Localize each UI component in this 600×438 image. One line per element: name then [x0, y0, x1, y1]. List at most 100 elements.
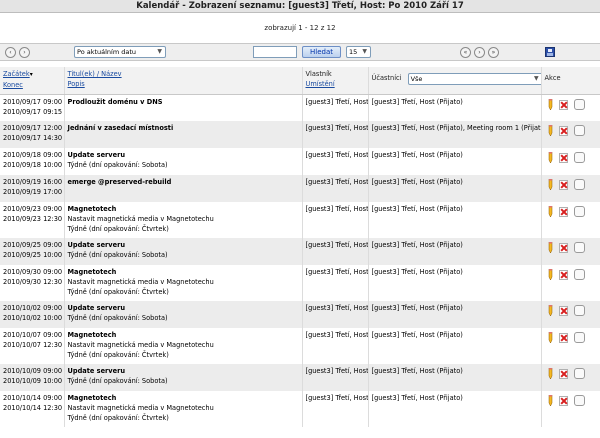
- pencil-icon[interactable]: [547, 242, 554, 253]
- table-row: 2010/09/17 09:00 2010/09/17 09:15 Prodlouž…: [0, 94, 600, 121]
- event-participants-cell: [guest3] Třetí, Host (Přijato): [368, 328, 542, 364]
- delete-x-icon[interactable]: [558, 153, 568, 163]
- event-owner-cell: [guest3] Třetí, Host: [302, 328, 369, 364]
- delete-x-icon[interactable]: [558, 270, 568, 280]
- next-page-icon[interactable]: ›: [474, 47, 485, 58]
- event-recurrence: Týdně (dní opakování: Sobota): [67, 161, 168, 169]
- select-checkbox[interactable]: [573, 368, 585, 379]
- delete-x-icon[interactable]: [558, 396, 568, 406]
- pencil-icon[interactable]: [547, 98, 554, 110]
- date-filter-select[interactable]: Po aktuálním datu ▼: [74, 46, 166, 58]
- floppy-disk-icon[interactable]: [545, 47, 555, 57]
- first-page-icon[interactable]: «: [460, 47, 471, 58]
- participants-header: Účastníci: [371, 74, 402, 82]
- event-end: 2010/09/17 14:30: [3, 134, 63, 142]
- event-title[interactable]: Magnetotech: [68, 267, 299, 277]
- search-button[interactable]: Hledat: [302, 46, 341, 58]
- event-dates: 2010/10/09 09:00 2010/10/09 10:00: [0, 364, 65, 391]
- arrow-left-circle-icon[interactable]: ‹: [5, 47, 16, 58]
- event-start: 2010/09/17 09:00: [3, 97, 63, 106]
- sort-title-link[interactable]: Titul(ek) / Název: [68, 70, 122, 78]
- pencil-icon[interactable]: [547, 206, 554, 217]
- pencil-icon[interactable]: [547, 332, 554, 343]
- arrow-right-circle-icon[interactable]: ›: [19, 47, 30, 58]
- select-checkbox[interactable]: [573, 269, 585, 280]
- event-end: 2010/09/17 09:15: [3, 107, 63, 116]
- event-recurrence: Týdně (dní opakování: Čtvrtek): [67, 225, 169, 233]
- event-title[interactable]: Jednání v zasedací místnosti: [68, 123, 299, 133]
- event-title[interactable]: Magnetotech: [68, 393, 299, 403]
- table-row: 2010/09/18 09:00 2010/09/18 10:00 Update s…: [0, 148, 600, 175]
- event-recurrence: Týdně (dní opakování: Sobota): [67, 377, 168, 385]
- event-title-cell: Magnetotech Nastavit magnetická media v M…: [64, 391, 303, 427]
- select-checkbox[interactable]: [573, 242, 585, 253]
- event-participants: [guest3] Třetí, Host (Přijato): [371, 241, 463, 249]
- participants-filter-select[interactable]: Vše ▼: [407, 73, 540, 85]
- pencil-icon[interactable]: [547, 152, 554, 163]
- event-participants-cell: [guest3] Třetí, Host (Přijato): [368, 364, 542, 391]
- delete-x-icon[interactable]: [558, 180, 568, 190]
- select-checkbox[interactable]: [573, 152, 585, 163]
- delete-x-icon[interactable]: [558, 126, 568, 136]
- delete-x-icon[interactable]: [558, 243, 568, 253]
- select-checkbox[interactable]: [573, 305, 585, 316]
- pencil-icon[interactable]: [547, 395, 554, 406]
- sort-location-link[interactable]: Umístění: [306, 80, 335, 88]
- event-title[interactable]: Magnetotech: [68, 330, 299, 340]
- event-start: 2010/10/02 09:00: [3, 304, 63, 312]
- event-description: Nastavit magnetická media v Magnetotechu: [67, 341, 214, 349]
- pagination-counter: zobrazují 1 - 12 z 12: [264, 24, 336, 32]
- delete-x-icon[interactable]: [558, 333, 568, 343]
- delete-x-icon[interactable]: [558, 99, 568, 110]
- event-participants: [guest3] Třetí, Host (Přijato): [371, 97, 463, 106]
- event-title[interactable]: Update serveru: [68, 303, 299, 313]
- delete-x-icon[interactable]: [558, 369, 568, 379]
- event-participants: [guest3] Třetí, Host (Přijato): [371, 394, 463, 402]
- event-dates: 2010/09/19 16:00 2010/09/19 17:00: [0, 175, 65, 202]
- event-participants: [guest3] Třetí, Host (Přijato): [371, 331, 463, 339]
- pencil-icon[interactable]: [547, 305, 554, 316]
- table-row: 2010/10/02 09:00 2010/10/02 10:00 Update s…: [0, 301, 600, 328]
- delete-x-icon[interactable]: [558, 306, 568, 316]
- pencil-icon[interactable]: [547, 269, 554, 280]
- event-recurrence: Týdně (dní opakování: Sobota): [67, 314, 168, 322]
- event-start: 2010/10/09 09:00: [3, 367, 63, 375]
- sort-start-link[interactable]: Začátek: [3, 70, 30, 78]
- select-checkbox[interactable]: [573, 125, 585, 136]
- col-header-participants: Účastníci Vše ▼: [368, 67, 542, 95]
- sort-description-link[interactable]: Popis: [68, 80, 85, 88]
- event-actions-cell: [541, 391, 600, 427]
- select-checkbox[interactable]: [573, 98, 585, 110]
- event-title[interactable]: emerge @preserved-rebuild: [68, 177, 299, 187]
- search-input[interactable]: [253, 46, 297, 58]
- event-recurrence: Týdně (dní opakování: Sobota): [67, 251, 168, 259]
- event-title[interactable]: Update serveru: [68, 240, 299, 250]
- event-title[interactable]: Magnetotech: [68, 204, 299, 214]
- select-checkbox[interactable]: [573, 395, 585, 406]
- table-row: 2010/09/19 16:00 2010/09/19 17:00 emerge @…: [0, 175, 600, 202]
- per-page-select[interactable]: 15 ▼: [346, 46, 371, 58]
- select-checkbox[interactable]: [573, 332, 585, 343]
- event-dates: 2010/09/25 09:00 2010/09/25 10:00: [0, 238, 65, 265]
- toolbar: ‹ › Po aktuálním datu ▼ Hledat 15 ▼ « › …: [0, 43, 600, 61]
- pencil-icon[interactable]: [547, 368, 554, 379]
- event-title[interactable]: Update serveru: [68, 366, 299, 376]
- event-title-cell: Magnetotech Nastavit magnetická media v M…: [64, 328, 303, 364]
- event-title[interactable]: Update serveru: [68, 150, 299, 160]
- last-page-icon[interactable]: »: [488, 47, 499, 58]
- event-recurrence: Týdně (dní opakování: Čtvrtek): [67, 414, 169, 422]
- date-filter-value: Po aktuálním datu: [77, 48, 137, 56]
- actions-header: Akce: [544, 74, 561, 82]
- event-actions-cell: [541, 202, 600, 238]
- select-checkbox[interactable]: [573, 179, 585, 190]
- delete-x-icon[interactable]: [558, 207, 568, 217]
- sort-end-link[interactable]: Konec: [3, 81, 23, 89]
- event-participants: [guest3] Třetí, Host (Přijato): [371, 268, 463, 276]
- event-title[interactable]: Prodloužit doménu v DNS: [68, 97, 299, 107]
- event-owner: [guest3] Třetí, Host: [305, 151, 368, 159]
- pencil-icon[interactable]: [547, 125, 554, 136]
- pencil-icon[interactable]: [547, 179, 554, 190]
- select-checkbox[interactable]: [573, 206, 585, 217]
- event-participants-cell: [guest3] Třetí, Host (Přijato): [368, 238, 542, 265]
- event-owner: [guest3] Třetí, Host: [305, 394, 368, 402]
